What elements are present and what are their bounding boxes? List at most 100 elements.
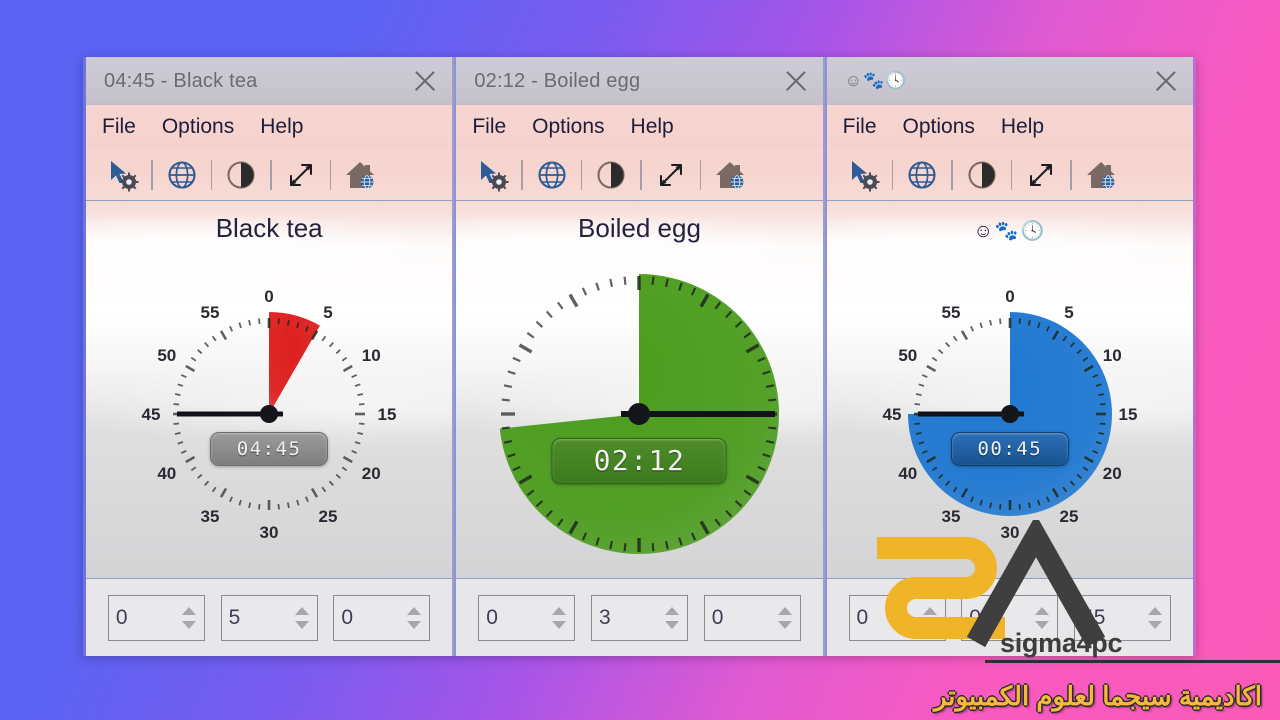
contrast-icon[interactable]: [962, 155, 1002, 195]
chevron-up-icon[interactable]: [922, 606, 937, 615]
spinner-arrows: [1144, 596, 1170, 640]
digital-readout: 04:45: [210, 431, 329, 466]
chevron-up-icon[interactable]: [294, 606, 309, 615]
home-globe-icon[interactable]: [340, 155, 380, 195]
spinner-arrows: [403, 596, 429, 640]
resize-icon[interactable]: [1021, 155, 1061, 195]
svg-text:35: 35: [941, 507, 960, 526]
chevron-down-icon[interactable]: [777, 620, 792, 629]
cursor-settings-icon[interactable]: [472, 155, 512, 195]
contrast-icon[interactable]: [591, 155, 631, 195]
menubar: File Options Help: [86, 105, 453, 149]
hours-spinner[interactable]: 0: [848, 594, 946, 641]
clock-face[interactable]: 0 5 10 15 20 25 30 35 40 45 50 55 00:45: [882, 287, 1137, 542]
toolbar: [826, 149, 1193, 201]
resize-icon[interactable]: [651, 155, 691, 195]
svg-text:40: 40: [157, 464, 176, 483]
menu-item-help[interactable]: Help: [1001, 115, 1044, 139]
seconds-spinner[interactable]: 0: [703, 594, 801, 641]
menu-item-help[interactable]: Help: [631, 115, 674, 139]
seconds-spinner[interactable]: 0: [333, 594, 431, 641]
menu-item-options[interactable]: Options: [532, 115, 604, 139]
toolbar-separator: [521, 159, 523, 190]
chevron-up-icon[interactable]: [407, 606, 422, 615]
close-icon[interactable]: [408, 64, 442, 98]
close-icon[interactable]: [1149, 64, 1183, 98]
chevron-up-icon[interactable]: [1035, 606, 1050, 615]
clock-face[interactable]: 02:12: [489, 264, 789, 564]
hours-spinner[interactable]: 0: [478, 594, 576, 641]
svg-text:5: 5: [323, 302, 332, 321]
menu-item-file[interactable]: File: [843, 115, 877, 139]
cursor-settings-icon[interactable]: [102, 155, 142, 195]
contrast-icon[interactable]: [221, 155, 261, 195]
chevron-up-icon[interactable]: [664, 606, 679, 615]
menu-item-help[interactable]: Help: [260, 115, 303, 139]
window-body: File Options Help ☺🐾🕓 0 5 10 15 20 25 30 35 40 45 50 55…: [826, 105, 1193, 578]
watermark-arabic-text: اكاديمية سيجما لعلوم الكمبيوتر: [933, 681, 1262, 711]
svg-text:55: 55: [201, 302, 220, 321]
duration-spinner-bar: 050: [86, 578, 453, 656]
spinner-value[interactable]: 0: [705, 596, 774, 640]
close-icon[interactable]: [779, 64, 813, 98]
hours-spinner[interactable]: 0: [107, 594, 205, 641]
svg-text:50: 50: [898, 346, 917, 365]
spinner-value[interactable]: 3: [592, 596, 661, 640]
menu-item-file[interactable]: File: [102, 115, 136, 139]
spinner-value[interactable]: 0: [479, 596, 548, 640]
globe-icon[interactable]: [162, 155, 202, 195]
globe-icon[interactable]: [532, 155, 572, 195]
menu-item-options[interactable]: Options: [162, 115, 234, 139]
timer-window: 02:12 - Boiled egg File Options Help Boiled …: [454, 57, 825, 656]
toolbar-separator: [699, 159, 702, 190]
chevron-down-icon[interactable]: [1148, 620, 1163, 629]
window-titlebar: 02:12 - Boiled egg: [456, 57, 823, 105]
toolbar: [456, 149, 823, 201]
chevron-up-icon[interactable]: [552, 606, 567, 615]
svg-text:15: 15: [378, 405, 397, 424]
chevron-down-icon[interactable]: [407, 620, 422, 629]
svg-text:20: 20: [1103, 464, 1122, 483]
desktop-background: 04:45 - Black tea File Options Help Black te…: [0, 0, 1280, 720]
duration-spinner-bar: 030: [456, 578, 823, 656]
chevron-down-icon[interactable]: [181, 620, 196, 629]
timer-name-heading: Boiled egg: [578, 213, 701, 243]
spinner-arrows: [774, 596, 800, 640]
spinner-arrows: [661, 596, 687, 640]
menu-item-file[interactable]: File: [472, 115, 506, 139]
menu-item-options[interactable]: Options: [903, 115, 975, 139]
clock-face[interactable]: 0 5 10 15 20 25 30 35 40 45 50 55 04:45: [142, 287, 397, 542]
home-globe-icon[interactable]: [1081, 155, 1121, 195]
spinner-arrows: [178, 596, 204, 640]
spinner-value[interactable]: 0: [109, 596, 178, 640]
svg-text:20: 20: [362, 464, 381, 483]
window-body: File Options Help Black tea 0 5 10 15 20 25 30 35 40…: [86, 105, 453, 578]
window-titlebar: ☺🐾🕓: [826, 57, 1193, 105]
chevron-down-icon[interactable]: [922, 620, 937, 629]
spinner-value[interactable]: 0: [334, 596, 403, 640]
svg-text:55: 55: [941, 302, 960, 321]
chevron-up-icon[interactable]: [777, 606, 792, 615]
menubar: File Options Help: [456, 105, 823, 149]
spinner-value[interactable]: 5: [222, 596, 291, 640]
resize-icon[interactable]: [281, 155, 321, 195]
toolbar-separator: [891, 159, 894, 190]
minutes-spinner[interactable]: 3: [590, 594, 688, 641]
minutes-spinner[interactable]: 5: [220, 594, 318, 641]
timer-windows-row: 04:45 - Black tea File Options Help Black te…: [83, 57, 1196, 656]
clock-area: 0 5 10 15 20 25 30 35 40 45 50 55 04:45: [86, 249, 452, 578]
home-globe-icon[interactable]: [710, 155, 750, 195]
chevron-up-icon[interactable]: [181, 606, 196, 615]
cursor-settings-icon[interactable]: [843, 155, 883, 195]
svg-text:15: 15: [1118, 405, 1137, 424]
clock-area: 02:12: [456, 249, 822, 578]
chevron-down-icon[interactable]: [552, 620, 567, 629]
chevron-up-icon[interactable]: [1148, 606, 1163, 615]
chevron-down-icon[interactable]: [664, 620, 679, 629]
globe-icon[interactable]: [902, 155, 942, 195]
chevron-down-icon[interactable]: [294, 620, 309, 629]
digital-readout: 02:12: [551, 437, 727, 484]
svg-text:45: 45: [142, 405, 161, 424]
spinner-value[interactable]: 0: [850, 596, 919, 640]
toolbar-separator: [329, 159, 331, 190]
